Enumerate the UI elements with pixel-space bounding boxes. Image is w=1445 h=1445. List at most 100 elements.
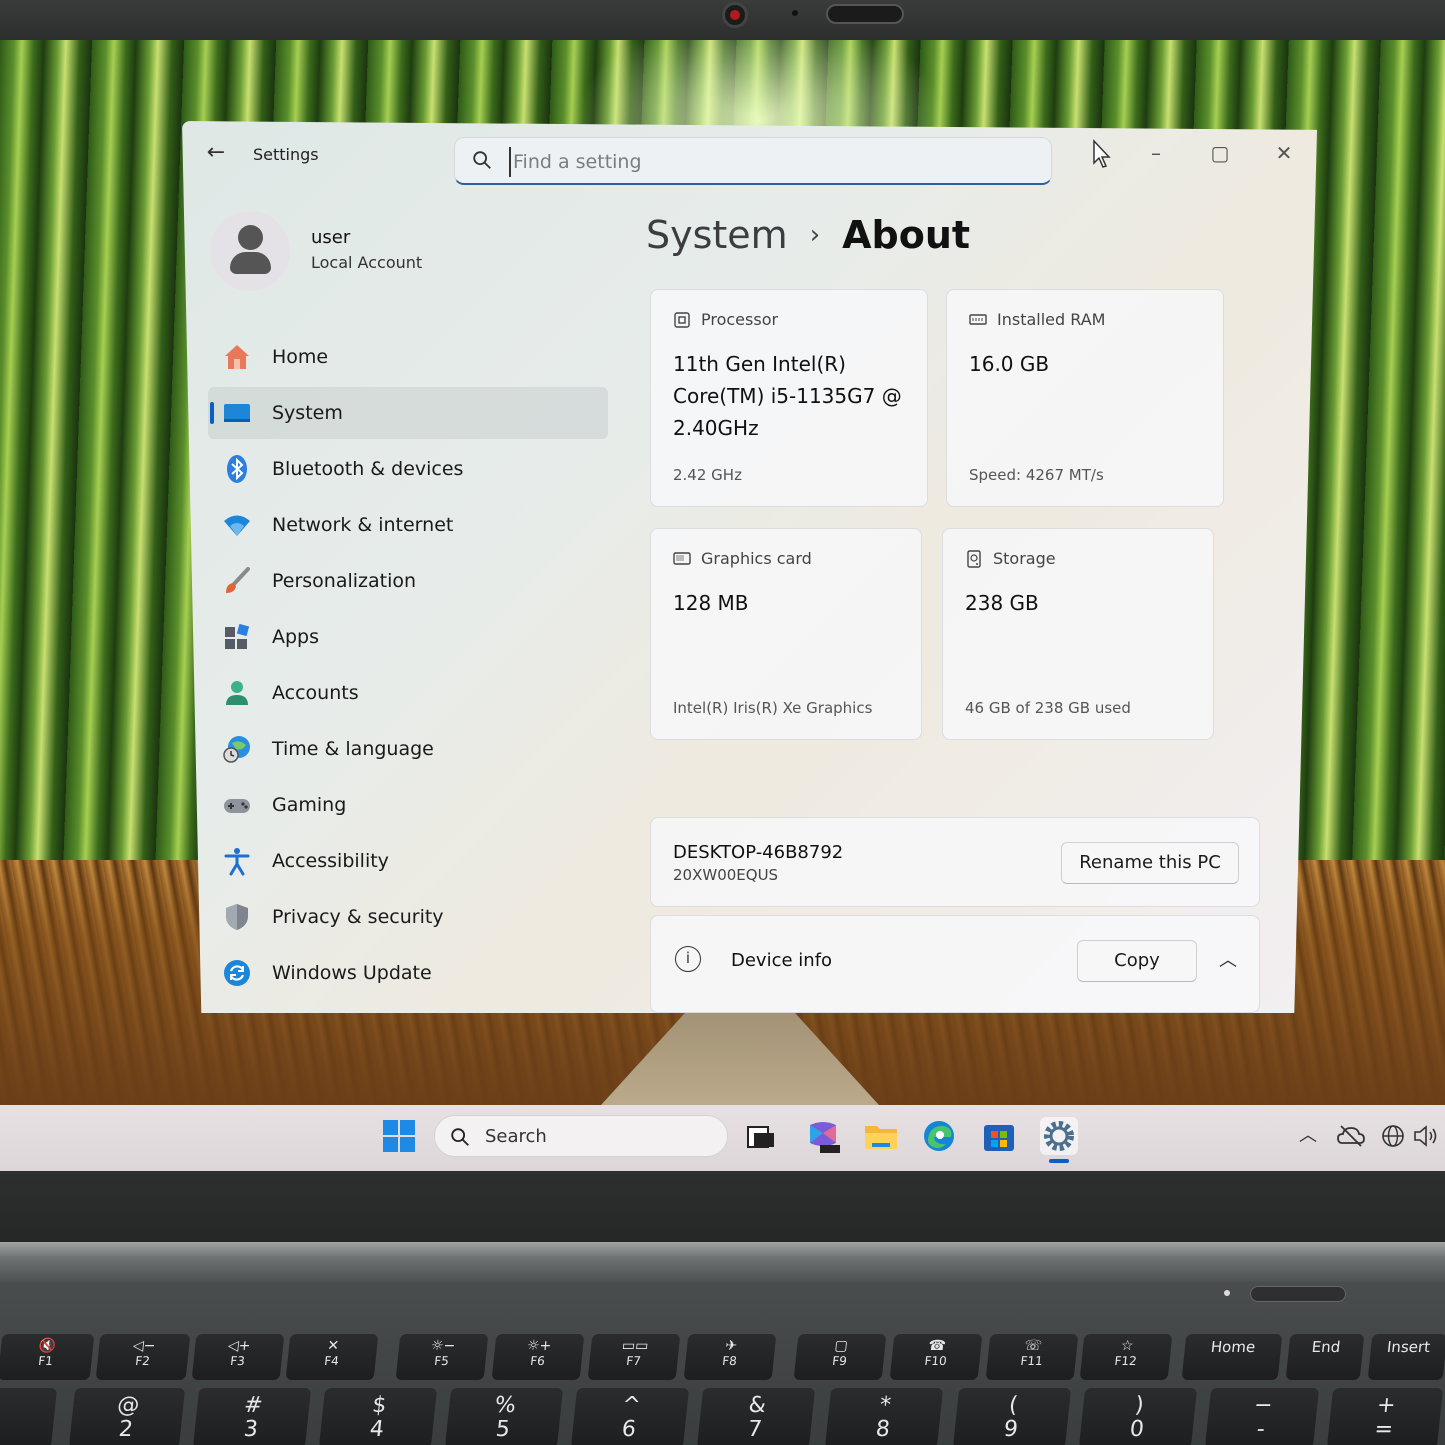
pc-model: 20XW00EQUS — [673, 866, 779, 884]
camera-led — [792, 10, 798, 16]
sidebar-item-system[interactable]: System — [208, 387, 608, 439]
key-9[interactable]: (9 — [952, 1388, 1072, 1445]
key-5[interactable]: % 5 — [444, 1388, 564, 1445]
processor-card: Processor 11th Gen Intel(R) Core(TM) i5-… — [650, 289, 928, 507]
key-f4[interactable]: ✕ F4 — [285, 1334, 379, 1380]
graphics-card-icon — [673, 551, 691, 565]
network-globe-icon[interactable] — [1380, 1123, 1406, 1149]
key-label: F4 — [323, 1354, 340, 1368]
camera-shutter — [826, 4, 904, 24]
chevron-up-icon[interactable]: ︿ — [1296, 1123, 1320, 1149]
key-7[interactable]: & 7 — [696, 1388, 816, 1445]
key-label: F12 — [1113, 1354, 1138, 1368]
maximize-button[interactable]: ▢ — [1200, 137, 1240, 169]
search-input[interactable] — [509, 147, 1029, 177]
key-f1[interactable]: 🔇 F1 — [0, 1334, 95, 1380]
task-view-icon[interactable] — [742, 1117, 780, 1155]
sidebar-item-accounts[interactable]: Accounts — [208, 667, 608, 719]
sidebar-item-label: Privacy & security — [272, 906, 444, 928]
key-4[interactable]: $4 — [318, 1388, 438, 1445]
find-setting-search[interactable] — [454, 137, 1052, 185]
power-led — [1224, 1290, 1230, 1296]
key-f5[interactable]: ☼− F5 — [395, 1334, 489, 1380]
sidebar-item-home[interactable]: Home — [208, 331, 608, 383]
file-explorer-icon[interactable] — [862, 1117, 900, 1155]
m365-copilot-icon[interactable] — [804, 1117, 842, 1155]
rename-pc-button[interactable]: Rename this PC — [1061, 842, 1239, 884]
taskbar: Search ︿ — [0, 1105, 1445, 1171]
key-6[interactable]: ^ 6 — [570, 1388, 690, 1445]
key-8[interactable]: * 8 — [824, 1388, 944, 1445]
microsoft-store-icon[interactable] — [980, 1117, 1018, 1155]
graphics-card-value: 128 MB — [673, 591, 749, 615]
home-icon — [222, 342, 252, 372]
storage-value: 238 GB — [965, 591, 1039, 615]
cloud-off-icon[interactable] — [1336, 1123, 1366, 1149]
windows-start-icon[interactable] — [382, 1119, 416, 1153]
key-insert[interactable]: Insert — [1367, 1334, 1445, 1380]
device-info-row[interactable]: i Device info Copy ︿ — [650, 915, 1260, 1013]
key-home[interactable]: Home — [1181, 1334, 1283, 1380]
search-icon — [473, 151, 491, 169]
key-icon: ◁+ — [227, 1338, 252, 1354]
key-f8[interactable]: ✈ F8 — [683, 1334, 777, 1380]
back-arrow-icon[interactable]: ← — [204, 141, 228, 165]
sidebar-item-privacy-security[interactable]: Privacy & security — [208, 891, 608, 943]
key-icon: ☆ — [1120, 1338, 1135, 1354]
key-label: F2 — [134, 1354, 151, 1368]
chevron-up-icon[interactable]: ︿ — [1217, 946, 1239, 971]
key-bottom-symbol: 2 — [117, 1417, 135, 1442]
key-bottom-symbol: 6 — [620, 1417, 638, 1442]
breadcrumb-separator: › — [809, 220, 821, 250]
sidebar-item-time-language[interactable]: Time & language — [208, 723, 608, 775]
sidebar-item-personalization[interactable]: Personalization — [208, 555, 608, 607]
key-f7[interactable]: ▭▭ F7 — [587, 1334, 681, 1380]
copy-button[interactable]: Copy — [1077, 940, 1197, 982]
ram-card-header: Installed RAM — [969, 310, 1105, 329]
key-f6[interactable]: ☼+ F6 — [491, 1334, 585, 1380]
sidebar-item-label: Gaming — [272, 794, 347, 816]
sidebar-item-label: Bluetooth & devices — [272, 458, 464, 480]
speaker-icon[interactable] — [1412, 1123, 1440, 1149]
key-top-symbol: $ — [371, 1393, 388, 1418]
key-bottom-symbol: 3 — [242, 1417, 260, 1442]
key-equals[interactable]: + = — [1326, 1388, 1444, 1445]
key-f12[interactable]: ☆ F12 — [1079, 1334, 1173, 1380]
sidebar-item-network[interactable]: Network & internet — [208, 499, 608, 551]
key-icon: ☏ — [1023, 1338, 1043, 1354]
key-0[interactable]: ) 0 — [1078, 1388, 1198, 1445]
close-button[interactable]: ✕ — [1264, 137, 1304, 169]
key-end[interactable]: End — [1285, 1334, 1365, 1380]
mouse-pointer-icon — [1093, 139, 1111, 168]
sidebar-item-windows-update[interactable]: Windows Update — [208, 947, 608, 999]
apps-icon — [222, 622, 252, 652]
sidebar-item-label: System — [272, 402, 343, 424]
gamepad-icon — [222, 790, 252, 820]
edge-icon[interactable] — [920, 1117, 958, 1155]
webcam — [722, 2, 748, 28]
key-f2[interactable]: ◁− F2 — [95, 1334, 191, 1380]
sidebar-item-apps[interactable]: Apps — [208, 611, 608, 663]
key-f11[interactable]: ☏ F11 — [985, 1334, 1079, 1380]
sidebar-item-gaming[interactable]: Gaming — [208, 779, 608, 831]
key-f9[interactable]: ▢ F9 — [793, 1334, 887, 1380]
key-top-symbol: ( — [1007, 1393, 1019, 1418]
key-bottom-symbol: 5 — [494, 1417, 512, 1442]
settings-icon[interactable] — [1040, 1117, 1078, 1155]
user-profile[interactable]: user Local Account — [210, 211, 590, 291]
sidebar-item-bluetooth[interactable]: Bluetooth & devices — [208, 443, 608, 495]
sidebar-item-accessibility[interactable]: Accessibility — [208, 835, 608, 887]
key-minus[interactable]: − - — [1204, 1388, 1320, 1445]
key-f3[interactable]: ◁+ F3 — [191, 1334, 285, 1380]
minimize-button[interactable]: – — [1136, 137, 1176, 169]
key-tilde[interactable] — [0, 1388, 58, 1445]
taskbar-search[interactable]: Search — [434, 1115, 728, 1157]
breadcrumb-parent[interactable]: System — [646, 213, 788, 257]
sidebar-item-label: Windows Update — [272, 962, 432, 984]
processor-label: Processor — [701, 310, 779, 329]
key-2[interactable]: @2 — [68, 1388, 186, 1445]
key-f10[interactable]: ☎ F10 — [889, 1334, 983, 1380]
key-3[interactable]: #3 — [192, 1388, 312, 1445]
key-top-symbol: # — [242, 1393, 264, 1418]
power-button[interactable] — [1250, 1286, 1346, 1302]
